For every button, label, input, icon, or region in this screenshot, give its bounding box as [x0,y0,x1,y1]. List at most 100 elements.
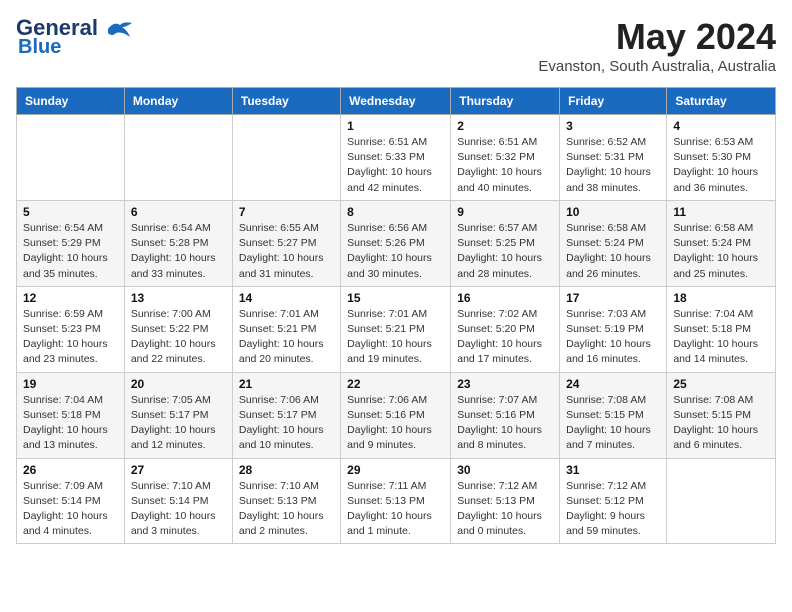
day-info: Sunrise: 6:51 AMSunset: 5:33 PMDaylight:… [347,135,444,196]
calendar-cell: 24Sunrise: 7:08 AMSunset: 5:15 PMDayligh… [560,372,667,458]
calendar-cell: 21 Sunrise: 7:06 AMSunset: 5:17 PMDayligh… [232,372,340,458]
day-info: Sunrise: 7:06 AMSunset: 5:17 PMDaylight:… [239,393,334,454]
calendar-cell [17,115,125,201]
calendar-cell: 17 Sunrise: 7:03 AMSunset: 5:19 PMDayligh… [560,286,667,372]
column-header-monday: Monday [124,88,232,115]
calendar-cell: 2 Sunrise: 6:51 AMSunset: 5:32 PMDaylight… [451,115,560,201]
calendar-cell: 10 Sunrise: 6:58 AMSunset: 5:24 PMDayligh… [560,200,667,286]
day-number: 18 [673,291,769,305]
calendar-cell: 26 Sunrise: 7:09 AMSunset: 5:14 PMDayligh… [17,458,125,544]
day-info: Sunrise: 7:08 AMSunset: 5:15 PMDaylight:… [566,393,660,454]
header-row: SundayMondayTuesdayWednesdayThursdayFrid… [17,88,776,115]
calendar-cell [124,115,232,201]
day-info: Sunrise: 6:54 AMSunset: 5:29 PMDaylight:… [23,221,118,282]
day-number: 25 [673,377,769,391]
day-info: Sunrise: 7:01 AMSunset: 5:21 PMDaylight:… [239,307,334,368]
day-number: 27 [131,463,226,477]
calendar-cell: 19Sunrise: 7:04 AMSunset: 5:18 PMDayligh… [17,372,125,458]
calendar-cell: 27 Sunrise: 7:10 AMSunset: 5:14 PMDayligh… [124,458,232,544]
calendar-cell: 7 Sunrise: 6:55 AMSunset: 5:27 PMDaylight… [232,200,340,286]
calendar-cell: 6 Sunrise: 6:54 AMSunset: 5:28 PMDaylight… [124,200,232,286]
calendar-cell: 31 Sunrise: 7:12 AMSunset: 5:12 PMDayligh… [560,458,667,544]
day-info: Sunrise: 6:54 AMSunset: 5:28 PMDaylight:… [131,221,226,282]
day-number: 20 [131,377,226,391]
calendar-cell: 29 Sunrise: 7:11 AMSunset: 5:13 PMDayligh… [341,458,451,544]
day-number: 22 [347,377,444,391]
day-info: Sunrise: 7:03 AMSunset: 5:19 PMDaylight:… [566,307,660,368]
day-number: 3 [566,119,660,133]
location-title: Evanston, South Australia, Australia [538,58,776,75]
week-row-1: 1 Sunrise: 6:51 AMSunset: 5:33 PMDaylight… [17,115,776,201]
week-row-2: 5 Sunrise: 6:54 AMSunset: 5:29 PMDaylight… [17,200,776,286]
calendar-cell: 20 Sunrise: 7:05 AMSunset: 5:17 PMDayligh… [124,372,232,458]
calendar-cell: 11 Sunrise: 6:58 AMSunset: 5:24 PMDayligh… [667,200,776,286]
day-info: Sunrise: 7:09 AMSunset: 5:14 PMDaylight:… [23,479,118,540]
day-info: Sunrise: 7:10 AMSunset: 5:14 PMDaylight:… [131,479,226,540]
day-info: Sunrise: 7:04 AMSunset: 5:18 PMDaylight:… [23,393,118,454]
calendar-cell: 1 Sunrise: 6:51 AMSunset: 5:33 PMDaylight… [341,115,451,201]
day-number: 7 [239,205,334,219]
day-number: 2 [457,119,553,133]
calendar-cell: 18 Sunrise: 7:04 AMSunset: 5:18 PMDayligh… [667,286,776,372]
calendar-header: SundayMondayTuesdayWednesdayThursdayFrid… [17,88,776,115]
column-header-thursday: Thursday [451,88,560,115]
column-header-tuesday: Tuesday [232,88,340,115]
day-info: Sunrise: 6:58 AMSunset: 5:24 PMDaylight:… [673,221,769,282]
day-number: 23 [457,377,553,391]
day-number: 6 [131,205,226,219]
day-number: 17 [566,291,660,305]
day-number: 11 [673,205,769,219]
day-info: Sunrise: 6:55 AMSunset: 5:27 PMDaylight:… [239,221,334,282]
day-info: Sunrise: 7:12 AMSunset: 5:13 PMDaylight:… [457,479,553,540]
calendar-cell: 23 Sunrise: 7:07 AMSunset: 5:16 PMDayligh… [451,372,560,458]
calendar-cell: 28Sunrise: 7:10 AMSunset: 5:13 PMDayligh… [232,458,340,544]
day-number: 10 [566,205,660,219]
column-header-saturday: Saturday [667,88,776,115]
day-number: 12 [23,291,118,305]
calendar-cell [232,115,340,201]
day-number: 8 [347,205,444,219]
page-header: General Blue May 2024 Evanston, South Au… [16,16,776,75]
calendar-cell: 9Sunrise: 6:57 AMSunset: 5:25 PMDaylight… [451,200,560,286]
calendar-cell: 30 Sunrise: 7:12 AMSunset: 5:13 PMDayligh… [451,458,560,544]
day-info: Sunrise: 6:56 AMSunset: 5:26 PMDaylight:… [347,221,444,282]
day-info: Sunrise: 7:00 AMSunset: 5:22 PMDaylight:… [131,307,226,368]
day-info: Sunrise: 7:06 AMSunset: 5:16 PMDaylight:… [347,393,444,454]
day-info: Sunrise: 7:12 AMSunset: 5:12 PMDaylight:… [566,479,660,540]
day-number: 1 [347,119,444,133]
day-info: Sunrise: 6:52 AMSunset: 5:31 PMDaylight:… [566,135,660,196]
day-info: Sunrise: 6:51 AMSunset: 5:32 PMDaylight:… [457,135,553,196]
day-info: Sunrise: 7:04 AMSunset: 5:18 PMDaylight:… [673,307,769,368]
day-info: Sunrise: 7:05 AMSunset: 5:17 PMDaylight:… [131,393,226,454]
day-number: 5 [23,205,118,219]
bird-icon [106,19,134,39]
logo-blue-text: Blue [18,36,61,59]
day-info: Sunrise: 7:01 AMSunset: 5:21 PMDaylight:… [347,307,444,368]
calendar-cell: 4Sunrise: 6:53 AMSunset: 5:30 PMDaylight… [667,115,776,201]
calendar-cell [667,458,776,544]
day-info: Sunrise: 7:07 AMSunset: 5:16 PMDaylight:… [457,393,553,454]
calendar-cell: 5 Sunrise: 6:54 AMSunset: 5:29 PMDaylight… [17,200,125,286]
day-number: 31 [566,463,660,477]
day-info: Sunrise: 7:02 AMSunset: 5:20 PMDaylight:… [457,307,553,368]
day-info: Sunrise: 7:11 AMSunset: 5:13 PMDaylight:… [347,479,444,540]
calendar-cell: 25Sunrise: 7:08 AMSunset: 5:15 PMDayligh… [667,372,776,458]
day-number: 29 [347,463,444,477]
column-header-friday: Friday [560,88,667,115]
calendar-cell: 12 Sunrise: 6:59 AMSunset: 5:23 PMDayligh… [17,286,125,372]
calendar-cell: 3 Sunrise: 6:52 AMSunset: 5:31 PMDaylight… [560,115,667,201]
day-number: 9 [457,205,553,219]
calendar-cell: 16 Sunrise: 7:02 AMSunset: 5:20 PMDayligh… [451,286,560,372]
day-number: 21 [239,377,334,391]
day-number: 16 [457,291,553,305]
day-info: Sunrise: 6:53 AMSunset: 5:30 PMDaylight:… [673,135,769,196]
day-info: Sunrise: 6:59 AMSunset: 5:23 PMDaylight:… [23,307,118,368]
day-number: 14 [239,291,334,305]
day-info: Sunrise: 6:58 AMSunset: 5:24 PMDaylight:… [566,221,660,282]
title-block: May 2024 Evanston, South Australia, Aust… [538,16,776,75]
calendar-table: SundayMondayTuesdayWednesdayThursdayFrid… [16,87,776,544]
column-header-sunday: Sunday [17,88,125,115]
day-number: 30 [457,463,553,477]
day-number: 26 [23,463,118,477]
month-title: May 2024 [538,16,776,58]
